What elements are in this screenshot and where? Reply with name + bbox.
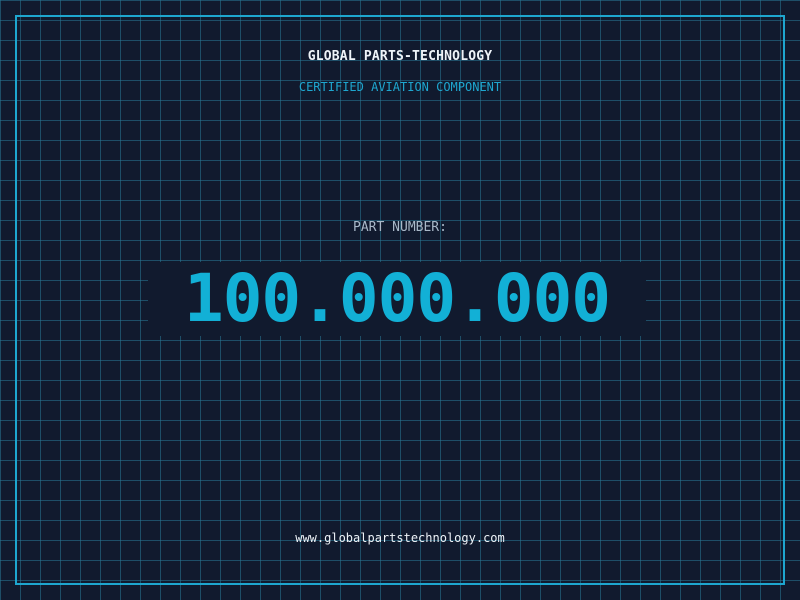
certification-tagline: CERTIFIED AVIATION COMPONENT: [298, 80, 502, 94]
part-number-panel: 100.000.000: [148, 262, 646, 336]
label-canvas: GLOBAL PARTS-TECHNOLOGY CERTIFIED AVIATI…: [0, 0, 800, 600]
website-url: www.globalpartstechnology.com: [295, 531, 505, 545]
company-name: GLOBAL PARTS-TECHNOLOGY: [307, 49, 493, 64]
part-number-label: PART NUMBER:: [353, 220, 447, 235]
part-number-value: 100.000.000: [183, 260, 611, 337]
